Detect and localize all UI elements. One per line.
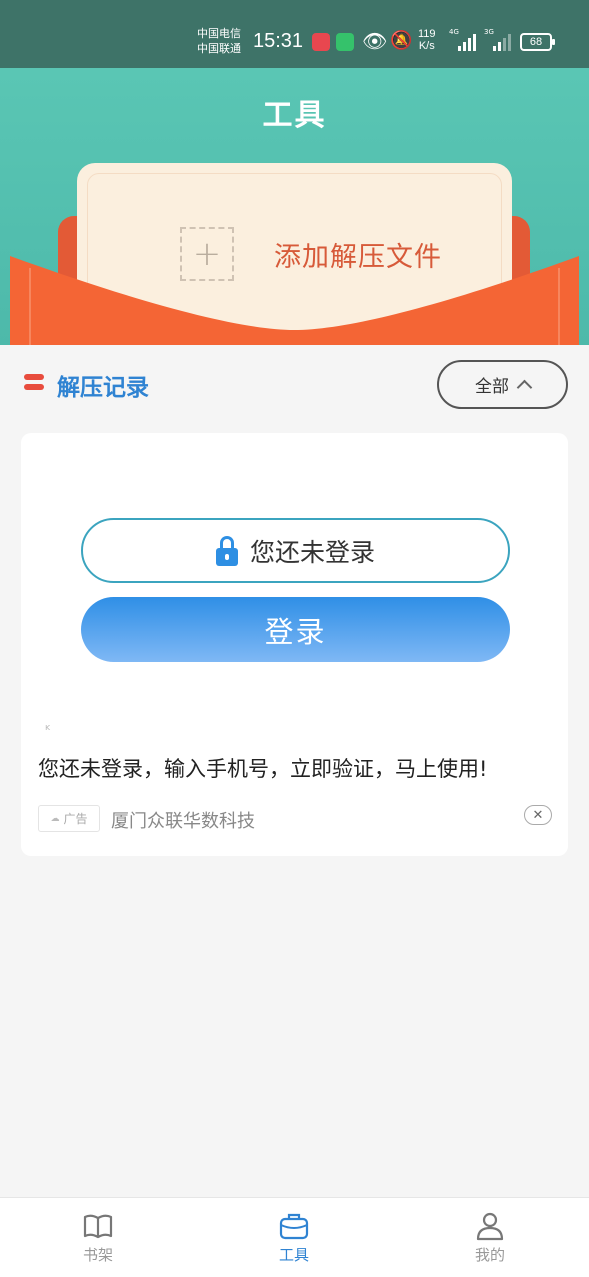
- network-speed-value: 119: [418, 28, 436, 40]
- ad-body-text[interactable]: 您还未登录，输入手机号，立即验证，马上使用!: [38, 753, 487, 783]
- nav-mine-label: 我的: [474, 1246, 505, 1264]
- carrier-1: 中国电信: [197, 27, 241, 40]
- notification-app-icon-2: [336, 33, 354, 51]
- ad-logo-icon: ☁: [50, 813, 60, 824]
- person-icon: [476, 1212, 504, 1241]
- login-button[interactable]: 登录: [81, 597, 510, 662]
- ad-mark: ĸ: [45, 723, 51, 733]
- bell-muted-icon: 🔕: [390, 30, 413, 51]
- nav-tools[interactable]: 工具: [234, 1198, 354, 1277]
- nav-bookshelf-label: 书架: [82, 1246, 113, 1264]
- carrier-names: 中国电信 中国联通: [197, 26, 241, 56]
- status-time: 15:31: [253, 30, 304, 52]
- book-icon: [83, 1214, 113, 1239]
- bottom-nav: 书架 工具 我的: [0, 1197, 589, 1277]
- filter-dropdown[interactable]: 全部: [437, 360, 568, 409]
- ad-card[interactable]: 您还未登录 登录 ĸ 您还未登录，输入手机号，立即验证，马上使用! ☁ 广告 厦…: [21, 433, 568, 856]
- section-title: 解压记录: [57, 375, 149, 401]
- login-status-field[interactable]: 您还未登录: [81, 518, 510, 583]
- nav-tools-label: 工具: [278, 1246, 309, 1264]
- status-bar: 中国电信 中国联通 15:31 👁 🔕 119 K/s 4G 3G 68: [0, 0, 589, 68]
- close-icon[interactable]: ✕: [524, 805, 552, 825]
- ad-badge-label: 广告: [63, 812, 88, 826]
- chevron-up-icon: [516, 379, 533, 396]
- eye-icon: 👁: [362, 29, 388, 53]
- notification-app-icon: [312, 33, 330, 51]
- signal-icon-2: [493, 33, 511, 51]
- envelope-front: [10, 256, 579, 345]
- signal-icon: [458, 33, 476, 51]
- page-title: 工具: [262, 98, 327, 133]
- battery-icon: 68: [520, 33, 555, 51]
- ad-badge: ☁ 广告: [38, 805, 100, 832]
- lock-icon: [215, 535, 238, 566]
- carrier-2: 中国联通: [197, 42, 241, 55]
- nav-bookshelf[interactable]: 书架: [38, 1198, 158, 1277]
- records-icon: [24, 374, 44, 392]
- network-speed: 119 K/s: [418, 28, 436, 52]
- toolbox-icon: [279, 1213, 309, 1240]
- ad-source: 厦门众联华数科技: [111, 811, 255, 832]
- nav-mine[interactable]: 我的: [430, 1198, 550, 1277]
- filter-label: 全部: [475, 377, 509, 397]
- network-speed-unit: K/s: [418, 40, 435, 52]
- tools-header: 工具 + 添加解压文件: [0, 68, 589, 345]
- login-status-text: 您还未登录: [249, 537, 375, 567]
